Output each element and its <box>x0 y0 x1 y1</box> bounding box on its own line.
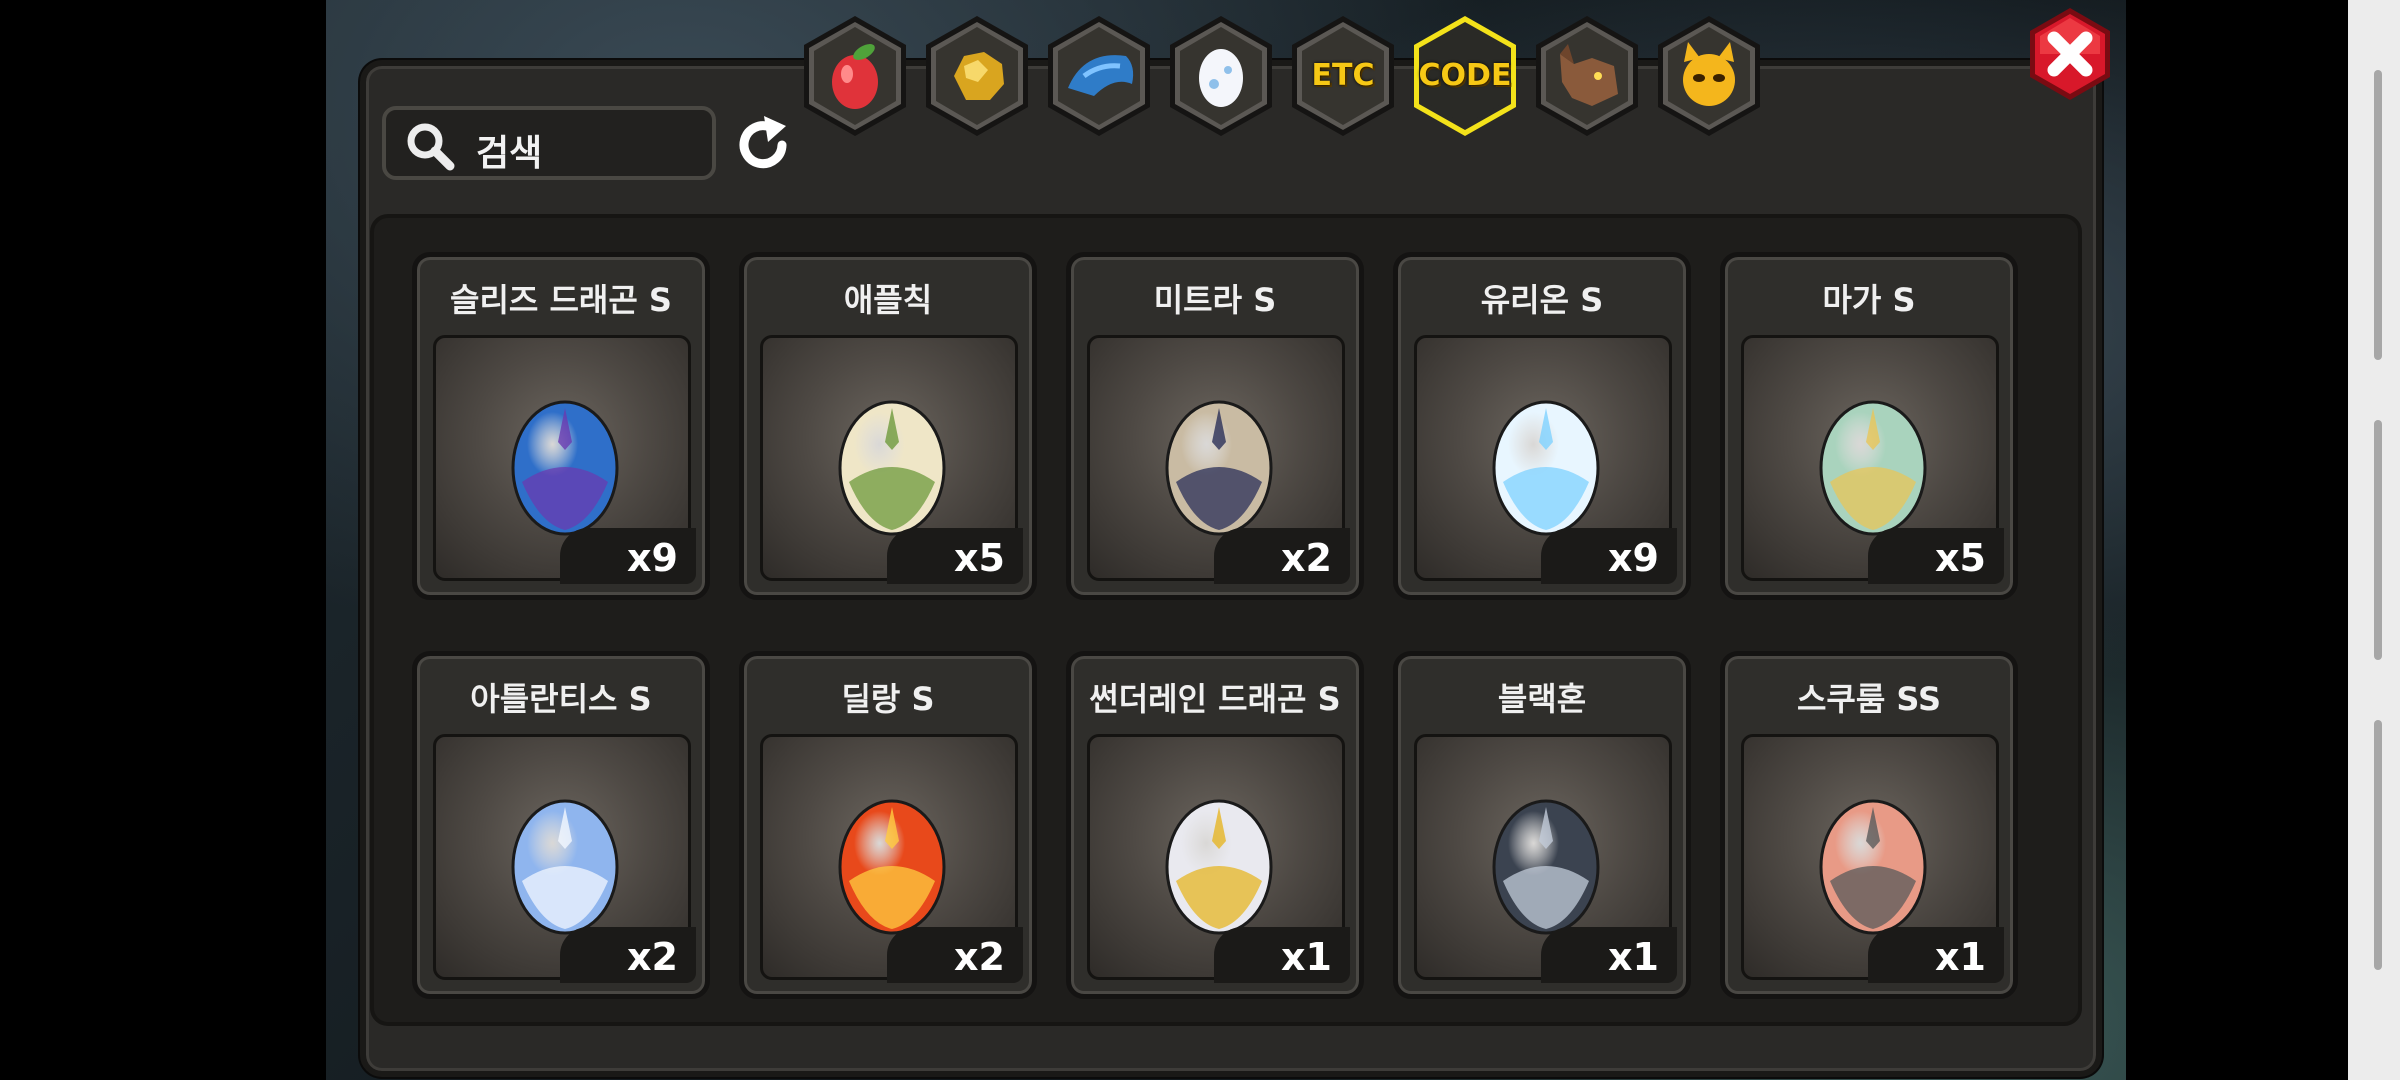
demon-tab[interactable] <box>1654 14 1764 138</box>
item-count-badge: x1 <box>1868 927 2004 983</box>
demon-face-icon <box>1683 42 1735 106</box>
item-slot: x2 <box>760 734 1023 983</box>
refresh-icon <box>739 116 787 169</box>
item-card[interactable]: 미트라 S x2 <box>1066 252 1364 600</box>
item-slot: x5 <box>760 335 1023 584</box>
item-slot: x2 <box>1087 335 1350 584</box>
gold-tab[interactable] <box>922 14 1032 138</box>
scrollbar-thumb[interactable] <box>2374 420 2382 660</box>
item-card[interactable]: 썬더레인 드래곤 S x1 <box>1066 651 1364 999</box>
item-count: x1 <box>1935 935 1986 979</box>
egg-icon <box>838 400 946 536</box>
item-count: x1 <box>1608 935 1659 979</box>
item-slot: x1 <box>1087 734 1350 983</box>
egg-icon <box>511 799 619 935</box>
item-count-badge: x1 <box>1541 927 1677 983</box>
item-slot: x5 <box>1741 335 2004 584</box>
etc-tab[interactable]: ETC <box>1288 14 1398 138</box>
item-card[interactable]: 슬리즈 드래곤 S x9 <box>412 252 710 600</box>
item-card[interactable]: 애플칙 x5 <box>739 252 1037 600</box>
item-name: 썬더레인 드래곤 S <box>1089 680 1341 718</box>
egg-tab[interactable] <box>1166 14 1276 138</box>
egg-icon <box>1492 799 1600 935</box>
item-name: 마가 S <box>1822 281 1916 319</box>
item-count-badge: x1 <box>1214 927 1350 983</box>
item-card[interactable]: 스쿠룸 SS x1 <box>1720 651 2018 999</box>
gold-nugget-icon <box>954 52 1004 100</box>
egg-icon <box>511 400 619 536</box>
egg-icon <box>1819 400 1927 536</box>
wolf-tab[interactable] <box>1532 14 1642 138</box>
search-placeholder: 검색 <box>476 133 543 174</box>
item-card[interactable]: 유리온 S x9 <box>1393 252 1691 600</box>
item-count: x2 <box>1281 536 1332 580</box>
item-name: 스쿠룸 SS <box>1796 680 1942 718</box>
scrollbar-thumb[interactable] <box>2374 70 2382 360</box>
item-card[interactable]: 블랙혼 x1 <box>1393 651 1691 999</box>
item-count-badge: x9 <box>560 528 696 584</box>
item-count: x2 <box>627 935 678 979</box>
item-grid: 슬리즈 드래곤 S x9 애플칙 x5 미트라 S x2 유리온 S x9 마가 S x5 아틀란티… <box>370 214 2082 1026</box>
item-card[interactable]: 마가 S x5 <box>1720 252 2018 600</box>
search-input[interactable]: 검색 <box>382 106 716 180</box>
item-slot: x9 <box>433 335 696 584</box>
item-name: 애플칙 <box>843 281 933 319</box>
egg-icon <box>1199 49 1243 107</box>
item-count-badge: x9 <box>1541 528 1677 584</box>
item-slot: x2 <box>433 734 696 983</box>
egg-icon <box>1165 400 1273 536</box>
item-slot: x1 <box>1741 734 2004 983</box>
item-count: x9 <box>627 536 678 580</box>
item-count: x2 <box>954 935 1005 979</box>
dragon-tab[interactable] <box>1044 14 1154 138</box>
egg-icon <box>1492 400 1600 536</box>
item-count: x1 <box>1281 935 1332 979</box>
item-count-badge: x2 <box>560 927 696 983</box>
item-name: 딜랑 S <box>841 680 935 718</box>
item-count-badge: x2 <box>1214 528 1350 584</box>
item-name: 슬리즈 드래곤 S <box>450 281 672 319</box>
egg-icon <box>1819 799 1927 935</box>
item-name: 유리온 S <box>1480 281 1604 319</box>
dragon-head-icon <box>1068 55 1134 96</box>
item-count-badge: x5 <box>1868 528 2004 584</box>
etc-tab-label: ETC <box>1311 58 1375 93</box>
code-tab[interactable]: CODE <box>1410 14 1520 138</box>
item-card[interactable]: 아틀란티스 S x2 <box>412 651 710 999</box>
fruit-icon <box>832 44 878 109</box>
item-slot: x9 <box>1414 335 1677 584</box>
item-name: 블랙혼 <box>1497 680 1587 718</box>
item-name: 미트라 S <box>1153 281 1277 319</box>
egg-icon <box>838 799 946 935</box>
close-icon <box>2030 8 2110 100</box>
item-count-badge: x5 <box>887 528 1023 584</box>
item-name: 아틀란티스 S <box>470 680 652 718</box>
item-card[interactable]: 딜랑 S x2 <box>739 651 1037 999</box>
wolf-head-icon <box>1560 44 1618 106</box>
fruit-tab[interactable] <box>800 14 910 138</box>
item-count: x5 <box>954 536 1005 580</box>
item-count: x9 <box>1608 536 1659 580</box>
code-tab-label: CODE <box>1418 58 1512 93</box>
search-icon <box>407 123 455 171</box>
item-count-badge: x2 <box>887 927 1023 983</box>
refresh-button[interactable] <box>730 112 796 178</box>
item-slot: x1 <box>1414 734 1677 983</box>
close-button[interactable] <box>2020 4 2120 104</box>
item-count: x5 <box>1935 536 1986 580</box>
scrollbar-thumb[interactable] <box>2374 720 2382 970</box>
category-tabs: ETC CODE <box>800 14 1770 144</box>
egg-icon <box>1165 799 1273 935</box>
